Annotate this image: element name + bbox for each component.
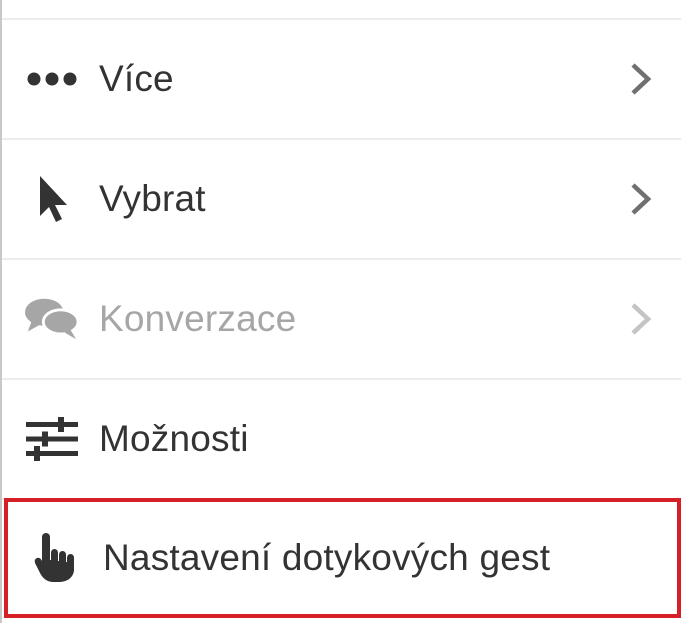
chat-bubbles-icon xyxy=(24,291,80,347)
menu-item-label: Více xyxy=(99,58,174,99)
context-menu: Více Vybrat Konverzace Možnosti Nastaven… xyxy=(0,0,681,623)
menu-item-label: Nastavení dotykových gest xyxy=(103,537,551,578)
menu-item-touch-gesture-settings[interactable]: Nastavení dotykových gest xyxy=(4,498,681,618)
menu-item-conversations[interactable]: Konverzace xyxy=(2,260,681,380)
menu-item-label: Možnosti xyxy=(99,418,249,459)
chevron-right-icon xyxy=(631,63,652,95)
menu-item-more[interactable]: Více xyxy=(2,20,681,140)
menu-item-select[interactable]: Vybrat xyxy=(2,140,681,260)
touch-hand-icon xyxy=(28,530,84,586)
sliders-icon xyxy=(24,411,80,467)
menu-item-label: Vybrat xyxy=(99,178,206,219)
more-dots-icon xyxy=(24,51,80,107)
chevron-right-icon xyxy=(631,183,652,215)
menu-item-options[interactable]: Možnosti xyxy=(2,380,681,500)
cursor-arrow-icon xyxy=(24,171,80,227)
chevron-right-icon xyxy=(631,303,652,335)
menu-top-edge xyxy=(2,0,681,20)
menu-item-label: Konverzace xyxy=(99,298,297,339)
